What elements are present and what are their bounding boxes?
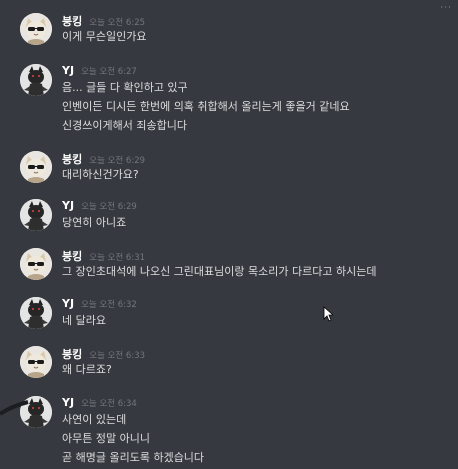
username[interactable]: YJ	[62, 64, 74, 77]
message-text: 당연히 아니죠	[62, 216, 127, 229]
timestamp: 오늘 오전 6:32	[81, 300, 137, 310]
chat-message-list: 붕킹 오늘 오전 6:25 이게 무슨일인가요 YJ 오늘 오전 6:27 음.…	[0, 0, 458, 469]
message-text: 사연이 있는데	[62, 413, 127, 426]
timestamp: 오늘 오전 6:34	[81, 399, 137, 409]
dark-character-avatar[interactable]	[20, 199, 52, 231]
message-text: 신경쓰이게해서 죄송합니다	[62, 119, 187, 132]
message-text: 아무튼 정말 아니니	[62, 432, 150, 445]
cat-sunglasses-avatar[interactable]	[20, 13, 52, 45]
username[interactable]: YJ	[62, 199, 74, 212]
message-text: 왜 다르죠?	[62, 363, 112, 376]
username[interactable]: YJ	[62, 396, 74, 409]
message-text: 대리하신건가요?	[62, 168, 139, 181]
cat-sunglasses-avatar[interactable]	[20, 346, 52, 378]
message-text: 네 달라요	[62, 314, 106, 327]
mouse-cursor-icon	[323, 306, 333, 322]
username[interactable]: YJ	[62, 297, 74, 310]
dark-character-avatar[interactable]	[20, 297, 52, 329]
message-text: 인벤이든 디시든 한번에 의혹 취합해서 올리는게 좋을거 같네요	[62, 100, 350, 113]
message-text: 이게 무슨일인가요	[62, 30, 147, 43]
cat-sunglasses-avatar[interactable]	[20, 151, 52, 183]
message-text: 곧 해명글 올리도록 하겠습니다	[62, 451, 205, 464]
message-text: 그 장인초대석에 나오신 그린대표님이랑 목소리가 다르다고 하시는데	[62, 265, 377, 278]
timestamp: 오늘 오전 6:27	[81, 67, 137, 77]
timestamp: 오늘 오전 6:29	[81, 202, 137, 212]
drag-edge-shadow	[0, 400, 29, 416]
cat-sunglasses-avatar[interactable]	[20, 248, 52, 280]
dark-character-avatar[interactable]	[20, 64, 52, 96]
message-text: 음... 글들 다 확인하고 있구	[62, 81, 188, 94]
